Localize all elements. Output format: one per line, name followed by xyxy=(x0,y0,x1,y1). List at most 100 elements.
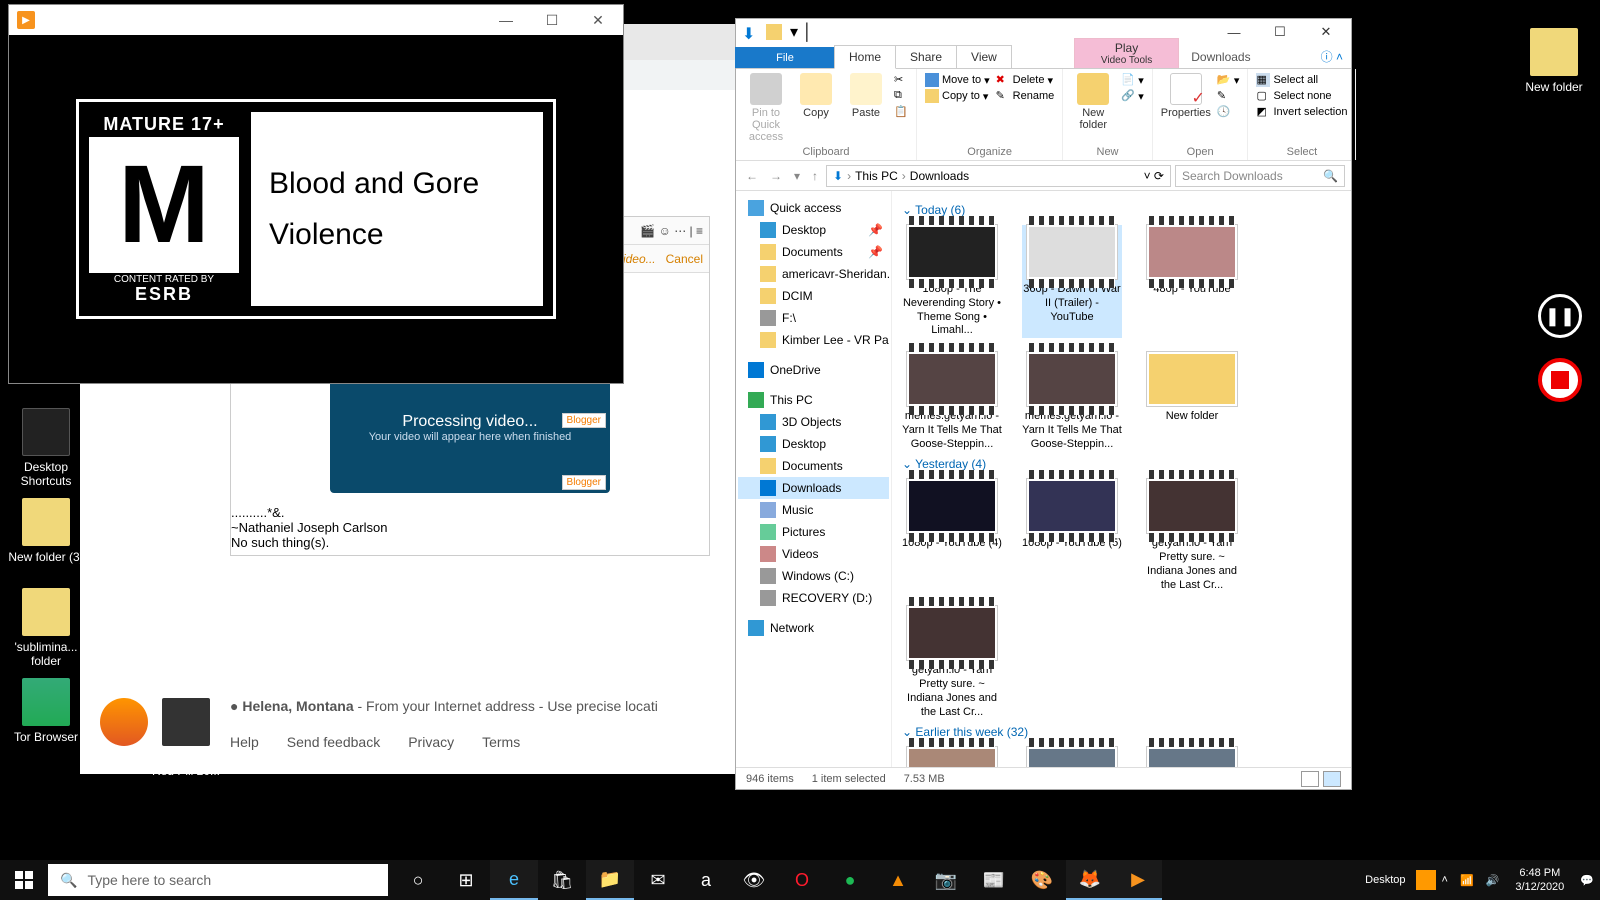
file-item-folder[interactable]: New folder xyxy=(1142,352,1242,451)
nav-documents-2[interactable]: Documents xyxy=(738,455,889,477)
easy-access-button[interactable]: 🔗▾ xyxy=(1121,89,1144,103)
clock[interactable]: 6:48 PM 3/12/2020 xyxy=(1505,866,1574,895)
desktop-shortcuts-icon[interactable]: Desktop Shortcuts xyxy=(8,408,84,488)
explorer-titlebar[interactable]: ⬇ ▾ │ — ☐ ✕ xyxy=(736,19,1351,45)
tab-file[interactable]: File xyxy=(735,47,835,68)
news-icon[interactable]: 📰 xyxy=(970,860,1018,900)
nav-network[interactable]: Network xyxy=(738,617,889,639)
tray-chevron-icon[interactable]: ˄ xyxy=(1436,874,1454,886)
media-player-titlebar[interactable]: ▶ — ☐ ✕ xyxy=(9,5,623,35)
nav-pane[interactable]: Quick access Desktop📌 Documents📌 america… xyxy=(736,191,892,767)
nav-this-pc[interactable]: This PC xyxy=(738,389,889,411)
watch-redpill-icon[interactable]: Watch The Red Pill 20... xyxy=(148,698,224,778)
nav-americavr[interactable]: americavr-Sheridan... xyxy=(738,263,889,285)
recording-stop-button[interactable] xyxy=(1538,358,1582,402)
paint-icon[interactable]: 🎨 xyxy=(1018,860,1066,900)
invert-selection-button[interactable]: ◩Invert selection xyxy=(1256,105,1347,119)
nav-music[interactable]: Music xyxy=(738,499,889,521)
privacy-link[interactable]: Privacy xyxy=(408,734,454,750)
spotify-icon[interactable]: ● xyxy=(826,860,874,900)
taskbar-search[interactable]: 🔍Type here to search xyxy=(48,864,388,896)
opera-icon[interactable]: O xyxy=(778,860,826,900)
maximize-button[interactable]: ☐ xyxy=(529,5,575,35)
tab-home[interactable]: Home xyxy=(834,45,896,69)
feedback-link[interactable]: Send feedback xyxy=(287,734,380,750)
group-earlier[interactable]: Earlier this week (32) xyxy=(902,725,1341,739)
edit-button[interactable]: ✎ xyxy=(1217,89,1240,103)
view-large-icons-icon[interactable] xyxy=(1323,771,1341,787)
history-button[interactable]: 🕓 xyxy=(1217,105,1240,119)
properties-button[interactable]: Properties xyxy=(1161,73,1211,119)
pin-quick-access-button[interactable]: Pin to Quick access xyxy=(744,73,788,143)
forward-button[interactable]: → xyxy=(766,169,786,183)
move-to-button[interactable]: Move to ▾ xyxy=(925,73,990,87)
paste-shortcut-button[interactable]: 📋 xyxy=(894,105,908,119)
mail-icon[interactable]: ✉ xyxy=(634,860,682,900)
recording-pause-button[interactable]: ❚❚ xyxy=(1538,294,1582,338)
nav-pictures[interactable]: Pictures xyxy=(738,521,889,543)
back-button[interactable]: ← xyxy=(742,169,762,183)
media-player-content[interactable]: MATURE 17+ M CONTENT RATED BY ESRB Blood… xyxy=(9,35,623,383)
tray-network-icon[interactable]: 📶 xyxy=(1454,874,1480,887)
select-all-button[interactable]: ▦Select all xyxy=(1256,73,1347,87)
group-yesterday[interactable]: Yesterday (4) xyxy=(902,457,1341,471)
nav-desktop[interactable]: Desktop📌 xyxy=(738,219,889,241)
copy-button[interactable]: Copy xyxy=(794,73,838,119)
breadcrumb[interactable]: ⬇ › This PC › Downloads ˅ ⟳ xyxy=(826,165,1171,187)
amazon-icon[interactable]: a xyxy=(682,860,730,900)
breadcrumb-thispc[interactable]: This PC xyxy=(855,169,898,183)
copy-path-button[interactable]: ⧉ xyxy=(894,89,908,103)
file-list[interactable]: Today (6) 1080p - The Neverending Story … xyxy=(892,191,1351,767)
nav-dcim[interactable]: DCIM xyxy=(738,285,889,307)
nav-windows-c[interactable]: Windows (C:) xyxy=(738,565,889,587)
nav-documents[interactable]: Documents📌 xyxy=(738,241,889,263)
tor-browser-icon[interactable]: Tor Browser xyxy=(8,678,84,744)
cortana-icon[interactable]: ○ xyxy=(394,860,442,900)
new-folder-button[interactable]: New folder xyxy=(1071,73,1115,131)
sublimina-folder-icon[interactable]: 'sublimina... folder xyxy=(8,588,84,668)
nav-videos[interactable]: Videos xyxy=(738,543,889,565)
explorer-icon[interactable]: 📁 xyxy=(586,860,634,900)
minimize-button[interactable]: — xyxy=(1211,19,1257,45)
tab-share[interactable]: Share xyxy=(895,45,957,68)
up-button[interactable]: ↑ xyxy=(808,169,822,183)
file-item-selected[interactable]: 360p - Dawn of War II (Trailer) - YouTub… xyxy=(1022,225,1122,338)
down-arrow-icon[interactable]: ⬇ xyxy=(742,24,758,40)
nav-recovery-d[interactable]: RECOVERY (D:) xyxy=(738,587,889,609)
edge-icon[interactable]: e xyxy=(490,860,538,900)
maximize-button[interactable]: ☐ xyxy=(1257,19,1303,45)
recent-button[interactable]: ▾ xyxy=(790,169,804,183)
nav-onedrive[interactable]: OneDrive xyxy=(738,359,889,381)
file-item[interactable]: memes.getyarn.io - Yarn It Tells Me That… xyxy=(902,352,1002,451)
tab-view[interactable]: View xyxy=(956,45,1012,68)
close-button[interactable]: ✕ xyxy=(1303,19,1349,45)
start-button[interactable] xyxy=(0,860,48,900)
file-item[interactable]: getyarn.io - Yarn Pretty sure. ~ Indiana… xyxy=(902,606,1002,719)
group-today[interactable]: Today (6) xyxy=(902,203,1341,217)
copy-to-button[interactable]: Copy to ▾ xyxy=(925,89,990,103)
select-none-button[interactable]: ▢Select none xyxy=(1256,89,1347,103)
nav-downloads[interactable]: Downloads xyxy=(738,477,889,499)
paste-button[interactable]: Paste xyxy=(844,73,888,119)
nav-f-drive[interactable]: F:\ xyxy=(738,307,889,329)
delete-button[interactable]: ✖Delete ▾ xyxy=(996,73,1055,87)
firefox-taskbar-icon[interactable]: 🦊 xyxy=(1066,860,1114,900)
tripadvisor-icon[interactable]: 👁 xyxy=(730,860,778,900)
breadcrumb-downloads[interactable]: Downloads xyxy=(910,169,969,183)
close-button[interactable]: ✕ xyxy=(575,5,621,35)
qat-overflow[interactable]: ▾ │ xyxy=(790,22,812,42)
ribbon-collapse-icon[interactable]: ⓘ ˄ xyxy=(1313,48,1351,65)
file-item[interactable]: 720P_4000K_1491 xyxy=(1022,747,1122,767)
terms-link[interactable]: Terms xyxy=(482,734,520,750)
cancel-link[interactable]: Cancel xyxy=(666,252,703,266)
action-center-icon[interactable]: 💬 xyxy=(1574,874,1600,887)
search-input[interactable]: Search Downloads 🔍 xyxy=(1175,165,1345,187)
new-item-button[interactable]: 📄▾ xyxy=(1121,73,1144,87)
file-item[interactable]: getyarn.io - Yarn Pretty sure. ~ Indiana… xyxy=(1142,479,1242,592)
file-item[interactable]: 480P_2000K_1491 xyxy=(1142,747,1242,767)
view-details-icon[interactable] xyxy=(1301,771,1319,787)
camera-icon[interactable]: 📷 xyxy=(922,860,970,900)
tray-volume-icon[interactable]: 🔊 xyxy=(1480,874,1506,887)
tray-recorder-icon[interactable] xyxy=(1416,870,1436,890)
tray-desktop-label[interactable]: Desktop xyxy=(1355,874,1415,886)
